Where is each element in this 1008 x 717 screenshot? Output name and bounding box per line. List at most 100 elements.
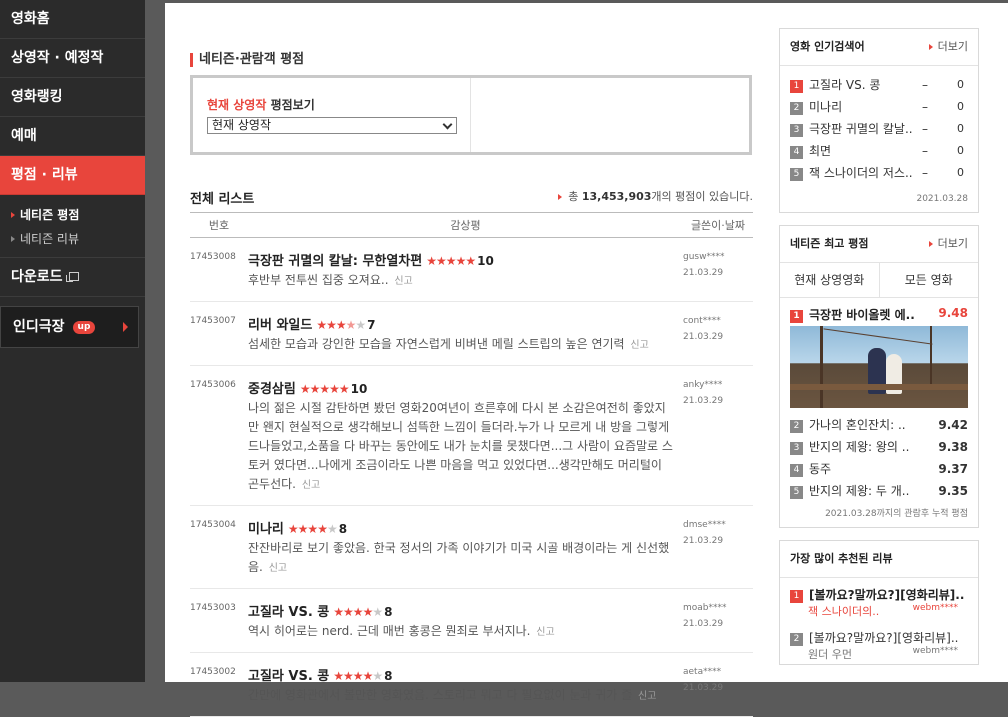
author-id[interactable]: moab**** — [683, 600, 753, 616]
nav-sub-netizen-review[interactable]: 네티즌 리뷰 — [0, 227, 145, 251]
search-rank-date: 2021.03.28 — [916, 194, 968, 204]
movie-title-link[interactable]: 고질라 VS. 콩 — [248, 605, 329, 620]
left-nav: 영화홈 상영작 · 예정작 영화랭킹 예매 평점 · 리뷰 네티즌 평점 네티즌… — [0, 0, 145, 682]
recommended-review-title[interactable]: [볼까요?말까요?][영화리뷰].. — [809, 588, 964, 602]
movie-title-link[interactable]: 미나리 — [248, 522, 284, 537]
nav-download[interactable]: 다운로드 — [0, 258, 145, 297]
star-rating: ★★★★★ — [426, 254, 476, 268]
col-review: 감상평 — [248, 212, 683, 238]
movie-still-image[interactable] — [790, 326, 968, 408]
best-rating-item[interactable]: 4 동주 9.37 — [780, 458, 978, 480]
recommended-review-author: webm**** — [912, 603, 958, 613]
total-count: 13,453,903 — [581, 190, 652, 203]
recommended-review-list: 1 [볼까요?말까요?][영화리뷰].. 잭 스나이더의.. webm**** 2 [볼까… — [780, 578, 978, 664]
star-rating: ★★★★★ — [333, 669, 383, 683]
review-number: 17453004 — [190, 505, 248, 589]
star-icon: ★ — [307, 522, 318, 536]
star-icon: ★ — [362, 605, 374, 619]
rank-change-icon: – — [922, 122, 928, 136]
recommended-review-meta: 잭 스나이더의.. webm**** — [790, 603, 968, 619]
rating-score: 10 — [477, 254, 494, 268]
star-icon: ★ — [352, 605, 364, 619]
rating-score: 8 — [384, 605, 393, 619]
rank-change-value: 0 — [957, 122, 964, 135]
best-rating-top-item[interactable]: 1 극장판 바이올렛 에.. 9.48 — [780, 298, 978, 323]
review-cell: 고질라 VS. 콩 ★★★★★ 8 간만에 영화관에서 볼만한 영화였음. 스토리고 … — [248, 652, 683, 717]
author-id[interactable]: gusw**** — [683, 249, 753, 265]
search-rank-box: 영화 인기검색어 더보기 1 고질라 VS. 콩 – 0 2 미나리 – 0 3 극장판 귀멸의 칼… — [779, 28, 979, 213]
rank-change-icon: – — [922, 144, 928, 158]
best-rating-item[interactable]: 5 반지의 제왕: 두 개.. 9.35 — [780, 480, 978, 502]
search-rank-item[interactable]: 2 미나리 – 0 — [790, 96, 968, 118]
report-link[interactable]: 신고 — [630, 340, 648, 351]
star-icon: ★ — [343, 605, 354, 619]
rank-badge: 4 — [790, 464, 803, 477]
rank-badge: 3 — [790, 442, 803, 455]
recommended-review-title[interactable]: [볼까요?말까요?][영화리뷰].. — [809, 631, 959, 645]
search-rank-item[interactable]: 5 잭 스나이더의 저스.. – 0 — [790, 162, 968, 184]
star-icon: ★ — [436, 254, 447, 268]
movie-title-link[interactable]: 리버 와일드 — [248, 318, 312, 333]
review-date: 21.03.29 — [683, 536, 724, 546]
report-link[interactable]: 신고 — [536, 627, 554, 638]
author-id[interactable]: cont**** — [683, 313, 753, 329]
star-icon: ★ — [319, 382, 330, 396]
author-cell: gusw**** 21.03.29 — [683, 237, 753, 302]
nav-ratings-reviews[interactable]: 평점 · 리뷰 — [0, 156, 145, 195]
review-number: 17453007 — [190, 301, 248, 366]
nav-booking[interactable]: 예매 — [0, 117, 145, 156]
best-rating-title: 네티즌 최고 평점 — [790, 237, 869, 250]
nav-now-showing[interactable]: 상영작 · 예정작 — [0, 39, 145, 78]
recommended-review-item[interactable]: 1 [볼까요?말까요?][영화리뷰].. 잭 스나이더의.. webm**** — [780, 578, 978, 621]
category-select[interactable]: 현재 상영작 — [207, 117, 457, 134]
popup-icon — [65, 272, 79, 282]
recommended-review-item[interactable]: 2 [볼까요?말까요?][영화리뷰].. 원더 우먼 webm**** — [780, 621, 978, 664]
review-cell: 미나리 ★★★★★ 8 잔잔바리로 보기 좋았음. 한국 정서의 가족 이야기가 미국… — [248, 505, 683, 589]
star-icon: ★ — [333, 605, 344, 619]
review-text-body: 역시 히어로는 nerd. 근데 매번 홍콩은 뭔죄로 부서지나. — [248, 624, 531, 638]
report-link[interactable]: 신고 — [394, 276, 412, 287]
movie-title-link[interactable]: 극장판 귀멸의 칼날: 무한열차편 — [248, 254, 422, 269]
search-rank-item[interactable]: 1 고질라 VS. 콩 – 0 — [790, 74, 968, 96]
nav-sub-netizen-rating[interactable]: 네티즌 평점 — [0, 203, 145, 227]
report-link[interactable]: 신고 — [269, 563, 287, 574]
best-rating-item[interactable]: 3 반지의 제왕: 왕의 .. 9.38 — [780, 436, 978, 458]
author-id[interactable]: aeta**** — [683, 664, 753, 680]
author-id[interactable]: dmse**** — [683, 517, 753, 533]
author-cell: cont**** 21.03.29 — [683, 301, 753, 366]
search-rank-item[interactable]: 4 최면 – 0 — [790, 140, 968, 162]
rank-badge: 5 — [790, 486, 803, 499]
rank-change-value: 0 — [957, 166, 964, 179]
search-rank-more-link[interactable]: 더보기 — [929, 29, 968, 65]
rating-score: 7 — [367, 318, 376, 332]
star-icon: ★ — [297, 522, 309, 536]
star-icon: ★ — [329, 382, 340, 396]
tab-now-showing[interactable]: 현재 상영영화 — [780, 263, 880, 297]
tab-all-movies[interactable]: 모든 영화 — [879, 263, 978, 297]
search-rank-name: 미나리 — [809, 100, 843, 114]
review-number: 17453002 — [190, 652, 248, 717]
nav-indie-theater[interactable]: 인디극장 up — [0, 306, 139, 348]
star-rating: ★★★★★ — [316, 318, 366, 332]
star-icon: ★ — [372, 669, 383, 683]
star-icon: ★ — [326, 522, 338, 536]
movie-title-link[interactable]: 중경삼림 — [248, 382, 296, 397]
best-rating-score: 9.42 — [938, 418, 968, 432]
best-rating-name: 동주 — [809, 462, 832, 476]
nav-ranking[interactable]: 영화랭킹 — [0, 78, 145, 117]
best-rating-more-link[interactable]: 더보기 — [929, 226, 968, 262]
nav-movie-home[interactable]: 영화홈 — [0, 0, 145, 39]
report-link[interactable]: 신고 — [302, 480, 320, 491]
star-icon: ★ — [287, 522, 299, 536]
report-link[interactable]: 신고 — [638, 691, 656, 702]
best-rating-list: 2 가나의 혼인잔치: .. 9.42 3 반지의 제왕: 왕의 .. 9.38 4 동주 9.… — [780, 408, 978, 502]
search-rank-item[interactable]: 3 극장판 귀멸의 칼날.. – 0 — [790, 118, 968, 140]
author-id[interactable]: anky**** — [683, 377, 753, 393]
review-cell: 리버 와일드 ★★★★★ 7 섬세한 모습과 강인한 모습을 자연스럽게 비벼낸 메릴… — [248, 301, 683, 366]
rank-badge: 1 — [790, 80, 803, 93]
rank-badge: 2 — [790, 633, 803, 646]
best-rating-item[interactable]: 2 가나의 혼인잔치: .. 9.42 — [780, 414, 978, 436]
star-icon: ★ — [333, 669, 344, 683]
star-icon: ★ — [316, 318, 327, 332]
rank-badge: 4 — [790, 146, 803, 159]
